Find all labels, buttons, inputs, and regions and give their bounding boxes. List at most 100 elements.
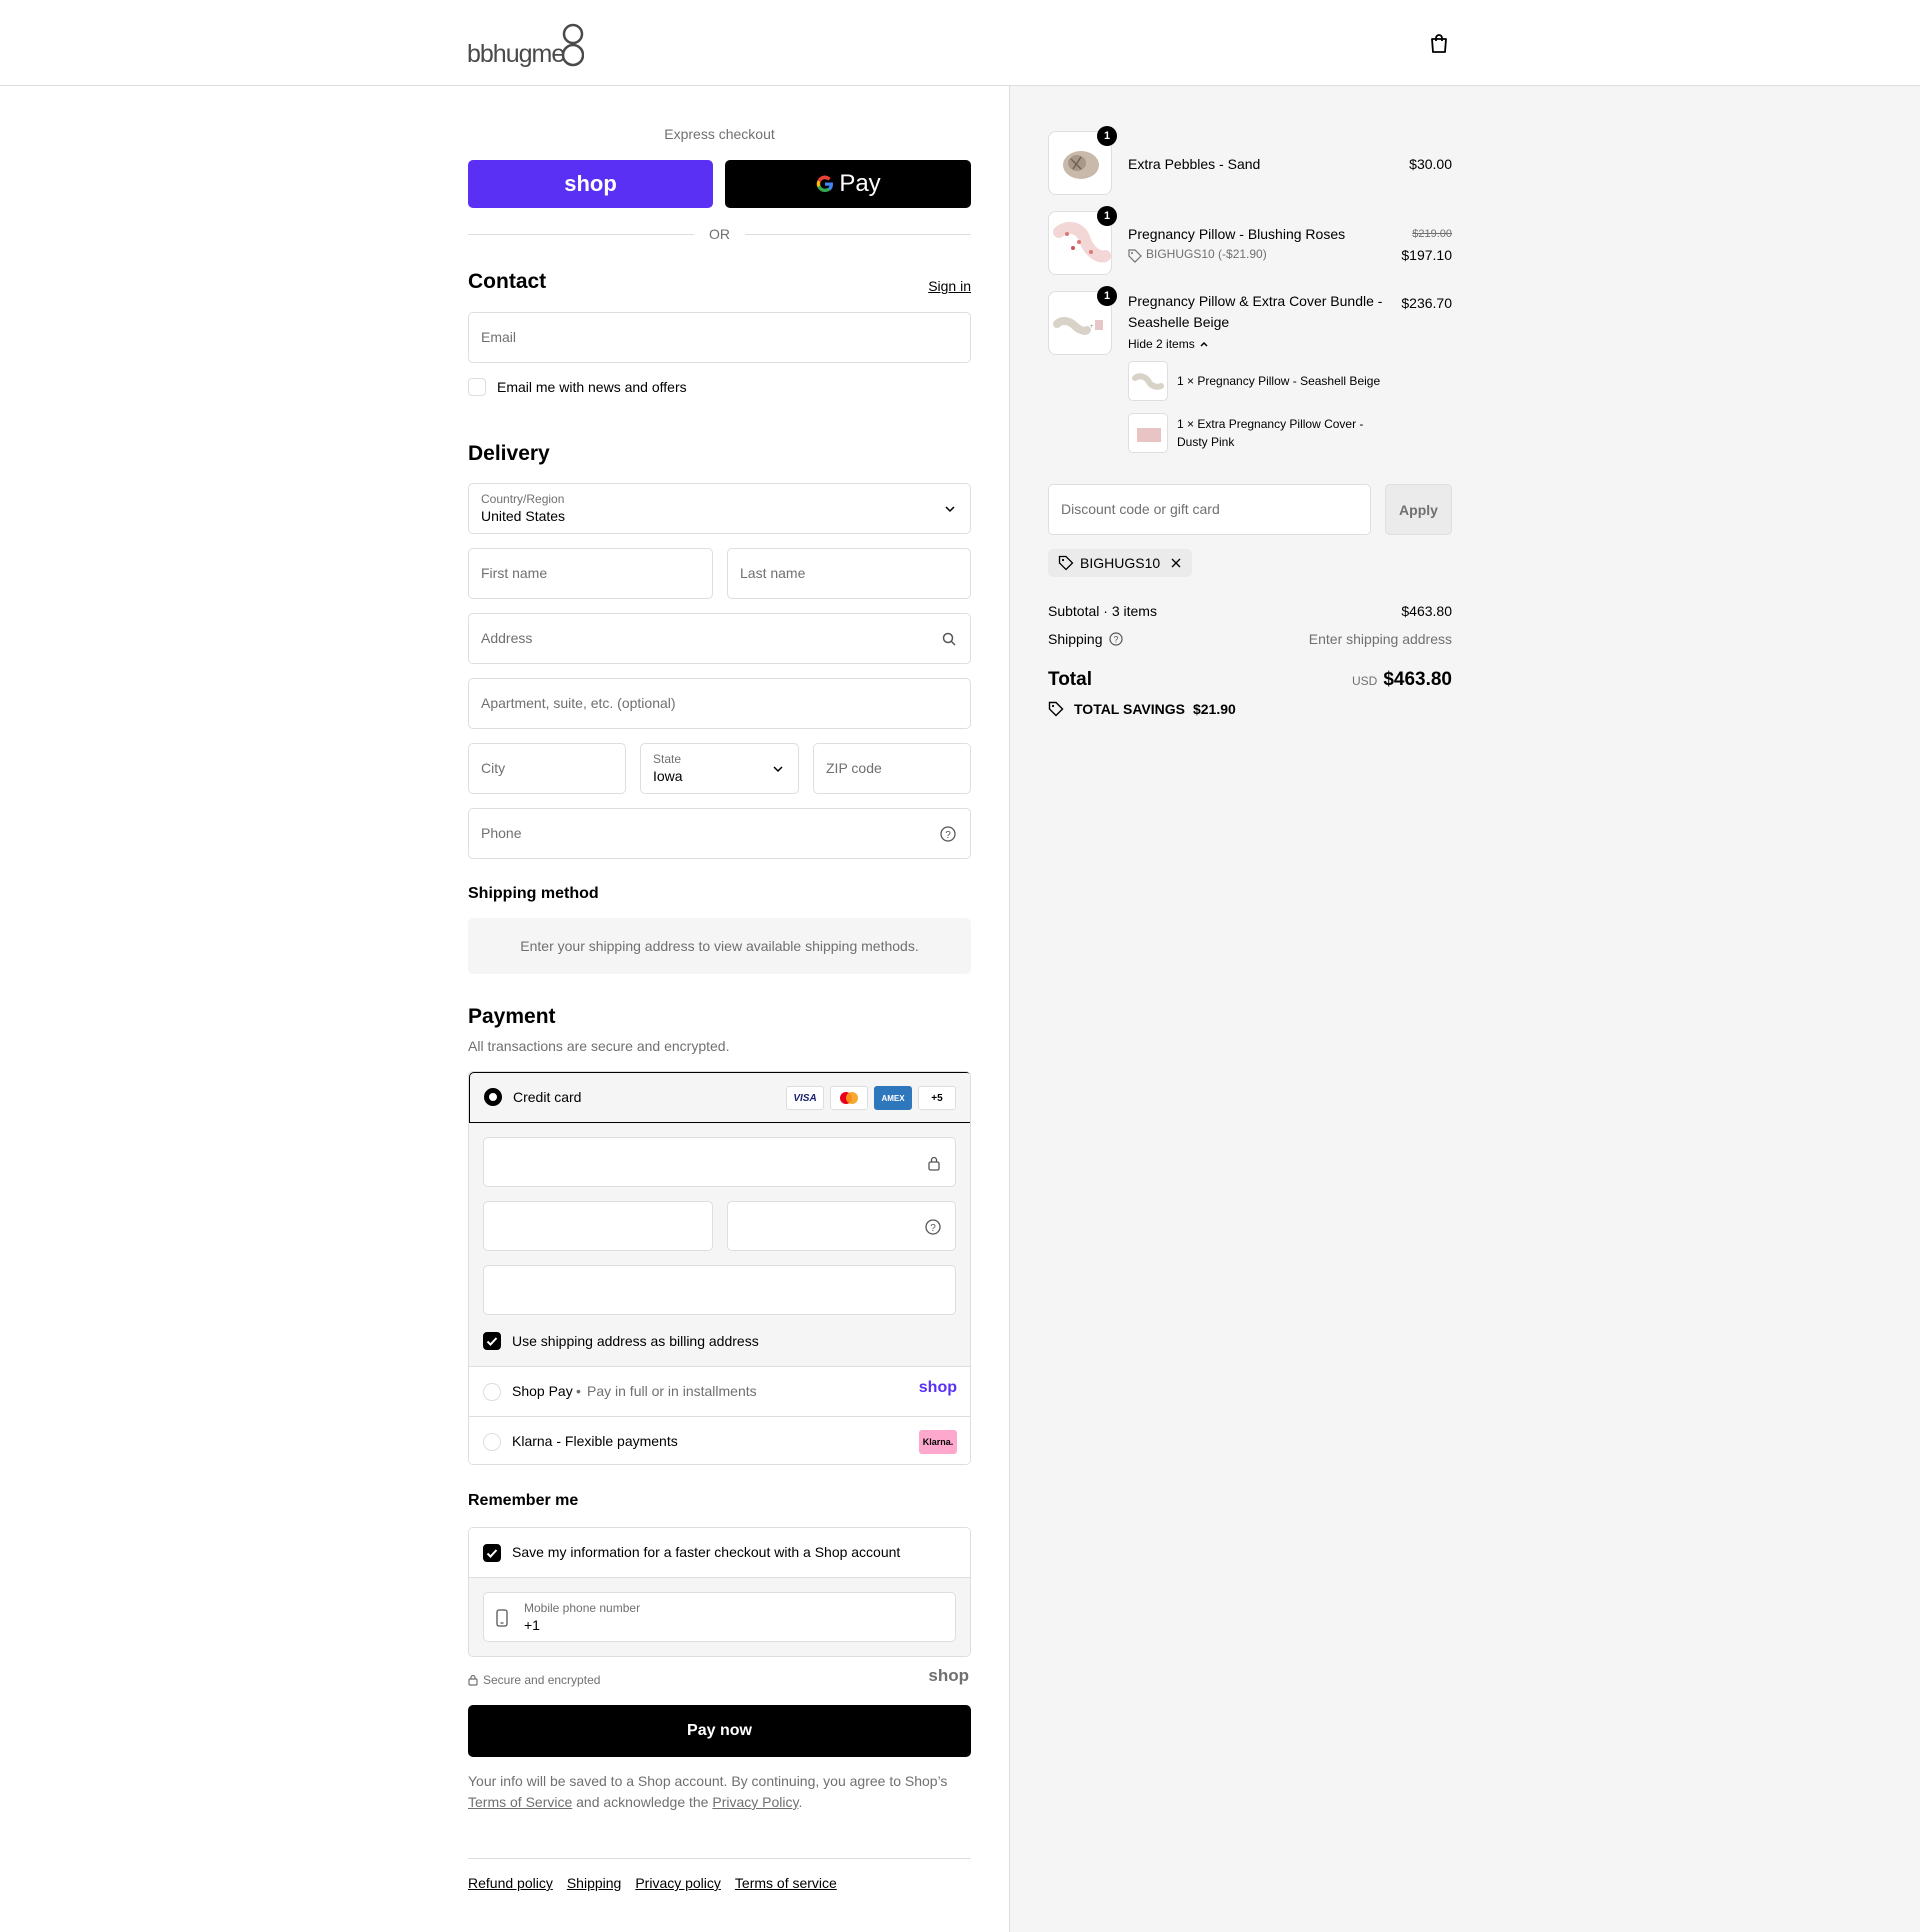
google-pay-button[interactable]: Pay xyxy=(725,160,971,208)
refund-policy-link[interactable]: Refund policy xyxy=(468,1875,553,1891)
total-savings: TOTAL SAVINGS $21.90 xyxy=(1048,701,1236,717)
country-label: Country/Region xyxy=(481,492,565,506)
email-field[interactable]: Email xyxy=(468,312,971,363)
first-name-field[interactable]: First name xyxy=(468,548,713,599)
security-code-field[interactable]: ? xyxy=(727,1201,956,1251)
savings-value: $21.90 xyxy=(1192,701,1236,717)
sub-item-thumbnail xyxy=(1128,413,1168,453)
shop-pay-button[interactable]: shop xyxy=(468,160,713,208)
brand-logo[interactable]: bbhugme xyxy=(467,17,585,69)
lock-icon xyxy=(928,1156,940,1171)
card-number-field[interactable] xyxy=(483,1137,956,1187)
klarna-radio[interactable] xyxy=(483,1433,501,1451)
logo-figure-icon xyxy=(562,23,585,67)
legal-text-1: Your info will be saved to a Shop accoun… xyxy=(468,1773,948,1789)
google-pay-label: Pay xyxy=(839,170,881,197)
original-price: $219.00 xyxy=(1412,228,1452,240)
quantity-value: 1 xyxy=(1103,210,1111,222)
google-icon xyxy=(817,175,834,193)
apartment-field[interactable]: Apartment, suite, etc. (optional) xyxy=(468,678,971,729)
quantity-badge: 1 xyxy=(1097,286,1117,306)
sign-in-link[interactable]: Sign in xyxy=(928,278,971,294)
save-info-checkbox[interactable] xyxy=(483,1544,501,1562)
more-cards-badge: +5 xyxy=(918,1086,956,1110)
terms-link[interactable]: Terms of Service xyxy=(468,1794,572,1810)
privacy-link[interactable]: Privacy Policy xyxy=(712,1794,798,1810)
discount-code-field[interactable]: Discount code or gift card xyxy=(1048,484,1371,535)
shipping-row: Shipping ? Enter shipping address xyxy=(1048,631,1452,647)
apply-button[interactable]: Apply xyxy=(1385,484,1452,535)
total-value: $463.80 xyxy=(1383,669,1452,690)
tag-icon xyxy=(1128,249,1142,263)
shipping-message-text: Enter your shipping address to view avai… xyxy=(520,938,919,954)
shopping-bag-icon[interactable] xyxy=(1428,32,1450,54)
klarna-option[interactable]: Klarna - Flexible payments Klarna. xyxy=(469,1417,970,1464)
mobile-phone-field[interactable]: Mobile phone number +1 xyxy=(483,1592,956,1642)
help-icon[interactable]: ? xyxy=(1108,632,1123,646)
visa-icon: VISA xyxy=(786,1086,824,1110)
email-placeholder: Email xyxy=(481,329,517,345)
quantity-value: 1 xyxy=(1103,130,1111,142)
delivery-heading: Delivery xyxy=(468,442,550,465)
last-name-placeholder: Last name xyxy=(740,565,806,581)
country-select[interactable]: Country/Region United States xyxy=(468,483,971,534)
express-checkout-label: Express checkout xyxy=(664,126,775,142)
check-icon xyxy=(486,1337,498,1346)
pay-now-button[interactable]: Pay now xyxy=(468,1705,971,1757)
shop-pay-option[interactable]: Shop Pay • Pay in full or in installment… xyxy=(469,1367,970,1417)
apply-label: Apply xyxy=(1399,501,1438,518)
product-thumbnail: 1 xyxy=(1048,126,1117,195)
chevron-down-icon xyxy=(945,506,955,513)
credit-card-option[interactable]: Credit card VISA AMEX +5 xyxy=(469,1072,970,1123)
check-icon xyxy=(486,1549,498,1558)
help-icon[interactable]: ? xyxy=(940,826,956,842)
country-value: United States xyxy=(481,508,566,524)
product-name: Pregnancy Pillow - Blushing Roses xyxy=(1128,226,1346,242)
save-info-row[interactable]: Save my information for a faster checkou… xyxy=(469,1528,970,1578)
subtotal-row: Subtotal · 3 items $463.80 xyxy=(1048,603,1452,619)
news-checkbox[interactable] xyxy=(468,378,486,396)
seashell-pillow-image xyxy=(1132,373,1164,390)
address-field[interactable]: Address xyxy=(468,613,971,664)
card-brands: VISA AMEX +5 xyxy=(786,1086,956,1110)
billing-checkbox[interactable] xyxy=(483,1332,501,1350)
hide-items-toggle[interactable]: Hide 2 items xyxy=(1128,337,1209,351)
shop-pay-label: Shop Pay xyxy=(512,1383,573,1399)
shop-pay-radio[interactable] xyxy=(483,1383,501,1401)
product-name: Extra Pebbles - Sand xyxy=(1128,156,1261,172)
shipping-link[interactable]: Shipping xyxy=(567,1875,622,1891)
last-name-field[interactable]: Last name xyxy=(727,548,971,599)
dot-separator: • xyxy=(576,1383,581,1399)
name-on-card-field[interactable] xyxy=(483,1265,956,1315)
legal-text-3: . xyxy=(798,1794,803,1810)
shop-pay-logo: shop xyxy=(918,1379,957,1396)
close-icon[interactable] xyxy=(1170,557,1182,569)
save-info-label: Save my information for a faster checkou… xyxy=(512,1544,901,1560)
shop-pay-sub: Pay in full or in installments xyxy=(587,1383,757,1399)
phone-field[interactable]: Phone ? xyxy=(468,808,971,859)
terms-of-service-link[interactable]: Terms of service xyxy=(735,1875,837,1891)
product-price: $197.10 xyxy=(1401,247,1452,263)
klarna-label: Klarna - Flexible payments xyxy=(512,1433,678,1449)
pay-now-label: Pay now xyxy=(687,1722,752,1739)
sub-item-name: Pregnancy Pillow - Seashell Beige xyxy=(1197,374,1381,388)
billing-label: Use shipping address as billing address xyxy=(512,1333,759,1349)
expiry-field[interactable] xyxy=(483,1201,713,1251)
help-icon[interactable]: ? xyxy=(925,1219,941,1235)
chevron-down-icon xyxy=(773,766,783,773)
svg-text:?: ? xyxy=(945,830,951,841)
zip-placeholder: ZIP code xyxy=(826,760,882,776)
or-label: OR xyxy=(709,226,730,242)
zip-field[interactable]: ZIP code xyxy=(813,743,971,794)
city-field[interactable]: City xyxy=(468,743,626,794)
credit-card-radio[interactable] xyxy=(484,1088,502,1106)
news-label: Email me with news and offers xyxy=(497,379,687,395)
state-select[interactable]: State Iowa xyxy=(640,743,799,794)
mobile-label: Mobile phone number xyxy=(524,1601,641,1615)
tag-icon xyxy=(1048,701,1064,717)
discount-tag: BIGHUGS10 xyxy=(1048,549,1193,577)
savings-label: TOTAL SAVINGS xyxy=(1074,701,1185,717)
header: bbhugme xyxy=(0,0,1920,86)
or-divider: OR xyxy=(468,225,971,243)
privacy-policy-link[interactable]: Privacy policy xyxy=(635,1875,721,1891)
